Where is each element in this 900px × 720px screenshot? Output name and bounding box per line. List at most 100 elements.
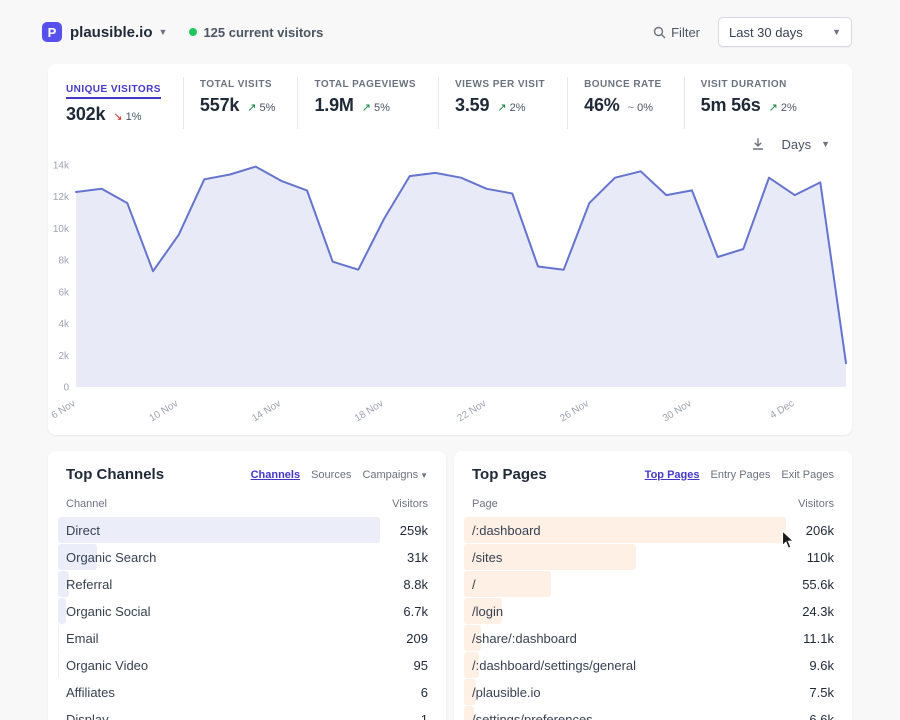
row-label[interactable]: /share/:dashboard: [472, 631, 577, 646]
top-bar: P plausible.io ▼ 125 current visitors Fi…: [0, 0, 900, 64]
row-label[interactable]: Organic Search: [66, 550, 156, 565]
row-bar: [58, 517, 380, 543]
trend-flat-icon: ~: [628, 102, 634, 114]
channel-row[interactable]: Organic Video 95: [58, 652, 436, 678]
current-visitors[interactable]: 125 current visitors: [189, 25, 323, 40]
stat-label: VISIT DURATION: [701, 79, 797, 90]
svg-text:26 Nov: 26 Nov: [558, 398, 591, 424]
top-channels-columns: Channel Visitors: [58, 483, 436, 517]
row-label[interactable]: Referral: [66, 577, 112, 592]
row-label[interactable]: /:dashboard/settings/general: [472, 658, 636, 673]
download-icon: [751, 137, 765, 151]
chevron-down-icon: ▼: [420, 471, 428, 480]
download-export-button[interactable]: [751, 137, 765, 151]
channel-row[interactable]: Direct 259k: [58, 517, 436, 543]
row-label[interactable]: Affiliates: [66, 685, 115, 700]
svg-text:6k: 6k: [58, 287, 70, 298]
stat-value: 46%: [584, 95, 620, 116]
date-range-select[interactable]: Last 30 days ▼: [718, 17, 852, 47]
channel-row[interactable]: Organic Search 31k: [58, 544, 436, 570]
row-value: 1: [421, 712, 428, 720]
svg-text:22 Nov: 22 Nov: [456, 398, 489, 424]
stat-change: ↗ 5%: [362, 101, 390, 114]
stat-bounce-rate[interactable]: BOUNCE RATE46%~ 0%: [567, 77, 684, 129]
row-label[interactable]: /:dashboard: [472, 523, 541, 538]
column-value-header: Visitors: [392, 498, 428, 510]
svg-text:2k: 2k: [58, 351, 70, 362]
trend-up-icon: ↗: [497, 102, 506, 114]
tab-entry-pages[interactable]: Entry Pages: [710, 469, 770, 481]
page-row[interactable]: /settings/preferences6.6k: [464, 706, 842, 720]
tab-channels[interactable]: Channels: [251, 469, 301, 481]
site-picker[interactable]: P plausible.io ▼: [42, 22, 167, 42]
svg-text:10k: 10k: [53, 224, 70, 235]
stat-value: 302k: [66, 104, 105, 125]
stat-views-per-visit[interactable]: VIEWS PER VISIT3.59↗ 2%: [438, 77, 567, 129]
svg-text:10 Nov: 10 Nov: [148, 398, 181, 424]
stat-value: 3.59: [455, 95, 489, 116]
visitors-area-chart[interactable]: 02k4k6k8k10k12k14k6 Nov10 Nov14 Nov18 No…: [48, 157, 852, 435]
row-label[interactable]: /login: [472, 604, 503, 619]
row-value: 95: [414, 658, 428, 673]
live-indicator-dot: [189, 28, 197, 36]
interval-dropdown[interactable]: Days ▼: [781, 137, 830, 152]
row-bar: [464, 571, 551, 597]
row-label[interactable]: /plausible.io: [472, 685, 541, 700]
row-label[interactable]: Email: [66, 631, 99, 646]
page-row[interactable]: /55.6k: [464, 571, 842, 597]
channel-row[interactable]: Email 209: [58, 625, 436, 651]
stat-label: BOUNCE RATE: [584, 79, 662, 90]
page-row[interactable]: /:dashboard206k: [464, 517, 842, 543]
site-name: plausible.io: [70, 24, 153, 41]
stat-total-visits[interactable]: TOTAL VISITS557k↗ 5%: [183, 77, 298, 129]
channel-row[interactable]: Organic Social6.7k: [58, 598, 436, 624]
stat-label: VIEWS PER VISIT: [455, 79, 545, 90]
row-value: 31k: [407, 550, 428, 565]
svg-text:8k: 8k: [58, 256, 70, 267]
row-label[interactable]: Organic Social: [66, 604, 151, 619]
column-key-header: Channel: [66, 498, 107, 510]
tab-exit-pages[interactable]: Exit Pages: [781, 469, 834, 481]
row-label[interactable]: /: [472, 577, 476, 592]
interval-label: Days: [781, 137, 811, 152]
column-key-header: Page: [472, 498, 498, 510]
tab-sources[interactable]: Sources: [311, 469, 351, 481]
svg-text:14 Nov: 14 Nov: [250, 398, 283, 424]
row-label[interactable]: /sites: [472, 550, 502, 565]
top-channels-tabs: Channels Sources Campaigns▼: [251, 469, 428, 481]
stat-visit-duration[interactable]: VISIT DURATION5m 56s↗ 2%: [684, 77, 819, 129]
row-label[interactable]: /settings/preferences: [472, 712, 593, 720]
svg-text:6 Nov: 6 Nov: [50, 398, 78, 421]
chart-controls: Days ▼: [48, 131, 852, 157]
stat-unique-visitors[interactable]: UNIQUE VISITORS302k↘ 1%: [64, 77, 183, 129]
channel-row[interactable]: Referral8.8k: [58, 571, 436, 597]
page-row[interactable]: /share/:dashboard 11.1k: [464, 625, 842, 651]
chevron-down-icon: ▼: [159, 27, 168, 37]
stat-total-pageviews[interactable]: TOTAL PAGEVIEWS1.9M↗ 5%: [297, 77, 438, 129]
tab-campaigns[interactable]: Campaigns▼: [362, 469, 428, 481]
page-row[interactable]: /sites 110k: [464, 544, 842, 570]
top-pages-list: /:dashboard206k/sites 110k/55.6k/login 24.…: [464, 517, 842, 720]
row-label[interactable]: Direct: [66, 523, 100, 538]
row-value: 11.1k: [803, 631, 834, 646]
row-value: 209: [406, 631, 428, 646]
filter-button[interactable]: Filter: [653, 25, 700, 40]
tab-top-pages[interactable]: Top Pages: [645, 469, 700, 481]
row-label[interactable]: Display: [66, 712, 109, 720]
stat-change: ↗ 2%: [769, 101, 797, 114]
page-row[interactable]: /:dashboard/settings/general9.6k: [464, 652, 842, 678]
row-value: 24.3k: [802, 604, 834, 619]
row-label[interactable]: Organic Video: [66, 658, 148, 673]
plausible-logo-icon: P: [42, 22, 62, 42]
stat-change: ↘ 1%: [113, 110, 141, 123]
page-row[interactable]: /login 24.3k: [464, 598, 842, 624]
stat-value: 1.9M: [314, 95, 353, 116]
filter-label: Filter: [671, 25, 700, 40]
page-row[interactable]: /plausible.io7.5k: [464, 679, 842, 705]
top-channels-card: Top Channels ChannelsSourcesCampaigns▼ C…: [48, 451, 446, 720]
row-value: 110k: [807, 550, 834, 565]
row-value: 259k: [400, 523, 428, 538]
channel-row[interactable]: Affiliates6: [58, 679, 436, 705]
top-pages-title: Top Pages: [472, 466, 547, 483]
channel-row[interactable]: Display 1: [58, 706, 436, 720]
